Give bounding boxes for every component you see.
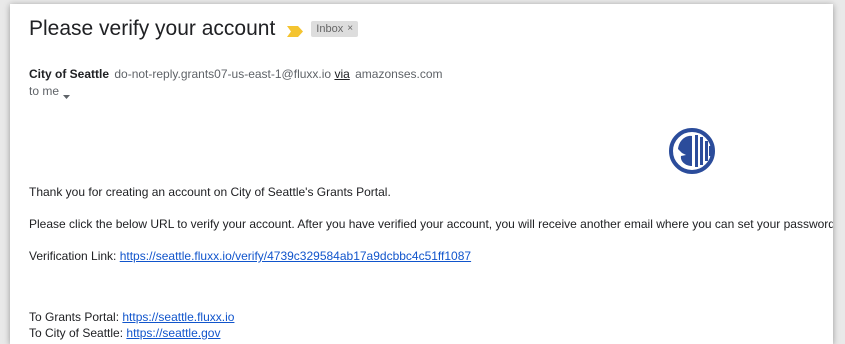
verification-label: Verification Link:	[29, 249, 120, 263]
city-link[interactable]: https://seattle.gov	[126, 326, 220, 340]
via-link[interactable]: via	[334, 67, 349, 81]
sender-row: City of Seattle do-not-reply.grants07-us…	[29, 67, 443, 81]
city-line: To City of Seattle: https://seattle.gov	[29, 326, 220, 340]
portal-line: To Grants Portal: https://seattle.fluxx.…	[29, 310, 234, 324]
email-view: Please verify your account Inbox × City …	[10, 4, 833, 344]
body-thanks: Thank you for creating an account on Cit…	[29, 185, 391, 199]
verification-link[interactable]: https://seattle.fluxx.io/verify/4739c329…	[120, 249, 471, 263]
body-instructions: Please click the below URL to verify you…	[29, 217, 833, 231]
city-label: To City of Seattle:	[29, 326, 127, 340]
verification-line: Verification Link: https://seattle.fluxx…	[29, 249, 471, 263]
sender-email: do-not-reply.grants07-us-east-1@fluxx.io	[114, 67, 332, 81]
recipient-row[interactable]: to me	[29, 84, 71, 99]
inbox-label-chip: Inbox ×	[311, 21, 359, 37]
email-subject: Please verify your account	[29, 17, 276, 40]
importance-marker-icon[interactable]	[287, 24, 304, 37]
caret-down-icon[interactable]	[63, 89, 71, 99]
remove-label-icon[interactable]: ×	[347, 22, 353, 36]
portal-link[interactable]: https://seattle.fluxx.io	[122, 310, 234, 324]
subject-row: Please verify your account Inbox ×	[29, 14, 359, 44]
via-domain: amazonses.com	[355, 67, 443, 81]
city-of-seattle-logo	[669, 128, 715, 174]
sender-name: City of Seattle	[29, 67, 110, 81]
recipient-text: to me	[29, 84, 60, 98]
portal-label: To Grants Portal:	[29, 310, 123, 324]
inbox-label-text: Inbox	[316, 23, 344, 35]
